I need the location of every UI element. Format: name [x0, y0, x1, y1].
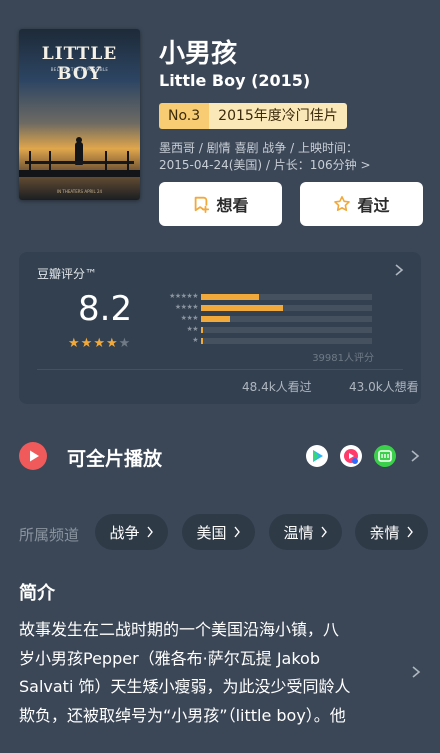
- star-filled-icon: ★: [68, 336, 80, 351]
- synopsis-line: 欺负，还被取绰号为“小男孩”（little boy）。他: [19, 705, 346, 725]
- rating-distribution-row: ★★★★: [153, 302, 372, 313]
- distribution-track: [201, 315, 372, 322]
- platform-a-icon[interactable]: [306, 445, 328, 467]
- movie-title: 小男孩: [159, 39, 238, 69]
- want-to-watch-label: 想看: [216, 196, 249, 215]
- rating-stars: ★ ★ ★ ★ ★: [68, 337, 130, 350]
- poster-pier-illustration: [19, 137, 140, 177]
- movie-meta[interactable]: 墨西哥 / 剧情 喜剧 战争 / 上映时间： 2015-04-24(美国) / …: [159, 140, 424, 174]
- poster-title: LITTLE BOY: [41, 44, 118, 84]
- distribution-stars-label: ★★: [186, 325, 198, 333]
- channel-chip-label: 温情: [283, 523, 314, 542]
- play-full-label[interactable]: 可全片播放: [67, 444, 162, 471]
- star-filled-icon: ★: [93, 336, 105, 351]
- channel-label: 所属频道: [19, 526, 80, 544]
- chevron-right-icon: [406, 526, 413, 538]
- channel-chip-label: 美国: [196, 523, 227, 542]
- douban-rating-card[interactable]: 豆瓣评分™ 8.2 ★ ★ ★ ★ ★ ★★★★★ ★★★★ ★★★ ★★ ★ 39981人评分…: [19, 252, 421, 404]
- chevron-right-icon: [146, 526, 153, 538]
- synopsis-text[interactable]: 故事发生在二战时期的一个美国沿海小镇，八 岁小男孩Pepper（雅各布·萨尔瓦提…: [19, 616, 391, 730]
- synopsis-line: 故事发生在二战时期的一个美国沿海小镇，八: [19, 620, 340, 639]
- watched-label: 看过: [357, 196, 390, 215]
- channel-chip-label: 亲情: [369, 523, 400, 542]
- rating-label: 豆瓣评分™: [37, 267, 98, 281]
- chevron-right-icon[interactable]: [411, 665, 421, 679]
- want-to-watch-button[interactable]: 想看: [159, 182, 282, 226]
- channel-chip-usa[interactable]: 美国: [182, 514, 255, 550]
- poster-date: IN THEATERS APRIL 24: [56, 189, 103, 194]
- distribution-stars-label: ★★★★: [174, 303, 199, 311]
- want-count: 43.0k人想看: [349, 380, 419, 394]
- star-empty-icon: ★: [118, 336, 131, 351]
- rating-distribution: ★★★★★ ★★★★ ★★★ ★★ ★: [153, 291, 372, 346]
- star-outline-icon: [334, 195, 351, 212]
- distribution-stars-label: ★★★★★: [169, 292, 198, 300]
- channel-chip-war[interactable]: 战争: [95, 514, 168, 550]
- rank-number: No.3: [159, 103, 210, 129]
- distribution-bar: [201, 304, 284, 311]
- iqiyi-icon[interactable]: [374, 445, 396, 467]
- add-bookmark-icon: [195, 196, 210, 213]
- chevron-right-icon[interactable]: [410, 449, 420, 463]
- rating-distribution-row: ★★★★★: [153, 291, 372, 302]
- star-filled-icon: ★: [105, 336, 118, 351]
- chevron-right-icon: [320, 526, 327, 538]
- movie-poster[interactable]: LITTLE BOY BELIEVE THE IMPOSSIBLE IN THE…: [19, 29, 140, 200]
- poster-tagline: BELIEVE THE IMPOSSIBLE: [50, 67, 109, 72]
- movie-subtitle: Little Boy (2015): [159, 71, 311, 90]
- rating-distribution-row: ★: [153, 335, 372, 346]
- distribution-track: [201, 293, 372, 300]
- watched-button[interactable]: 看过: [300, 182, 423, 226]
- chevron-right-icon: [233, 526, 240, 538]
- synopsis-line: Salvati 饰）天生矮小瘦弱，为此没少受同龄人: [19, 677, 351, 696]
- chevron-right-icon[interactable]: [393, 263, 405, 277]
- distribution-track: [201, 326, 372, 333]
- distribution-bar: [201, 315, 231, 322]
- rating-distribution-row: ★★★: [153, 313, 372, 324]
- rating-distribution-row: ★★: [153, 324, 372, 335]
- channel-chip-family[interactable]: 亲情: [355, 514, 428, 550]
- movie-meta-line1: 墨西哥 / 剧情 喜剧 战争 / 上映时间：: [159, 141, 358, 155]
- movie-meta-line2: 2015-04-24(美国) / 片长：106分钟 >: [159, 158, 371, 172]
- distribution-stars-label: ★★★: [180, 314, 199, 322]
- rank-badge[interactable]: No.3 2015年度冷门佳片: [159, 103, 347, 129]
- rank-description: 2015年度冷门佳片: [209, 103, 347, 129]
- distribution-bar: [201, 326, 203, 333]
- divider: [37, 369, 403, 370]
- play-icon[interactable]: [19, 442, 47, 470]
- distribution-track: [201, 304, 372, 311]
- star-filled-icon: ★: [80, 336, 93, 351]
- rating-score: 8.2: [78, 289, 133, 329]
- watched-count: 48.4k人看过: [242, 380, 312, 394]
- distribution-stars-label: ★: [192, 336, 198, 344]
- synopsis-line: 岁小男孩Pepper（雅各布·萨尔瓦提 Jakob: [19, 648, 320, 668]
- synopsis-title: 简介: [19, 583, 55, 604]
- rating-count: 39981人评分: [312, 353, 374, 364]
- distribution-bar: [201, 337, 203, 344]
- distribution-bar: [201, 293, 260, 300]
- distribution-track: [201, 337, 372, 344]
- channel-chip-label: 战争: [109, 523, 140, 542]
- platform-b-icon[interactable]: [340, 445, 362, 467]
- channel-chip-warm[interactable]: 温情: [269, 514, 342, 550]
